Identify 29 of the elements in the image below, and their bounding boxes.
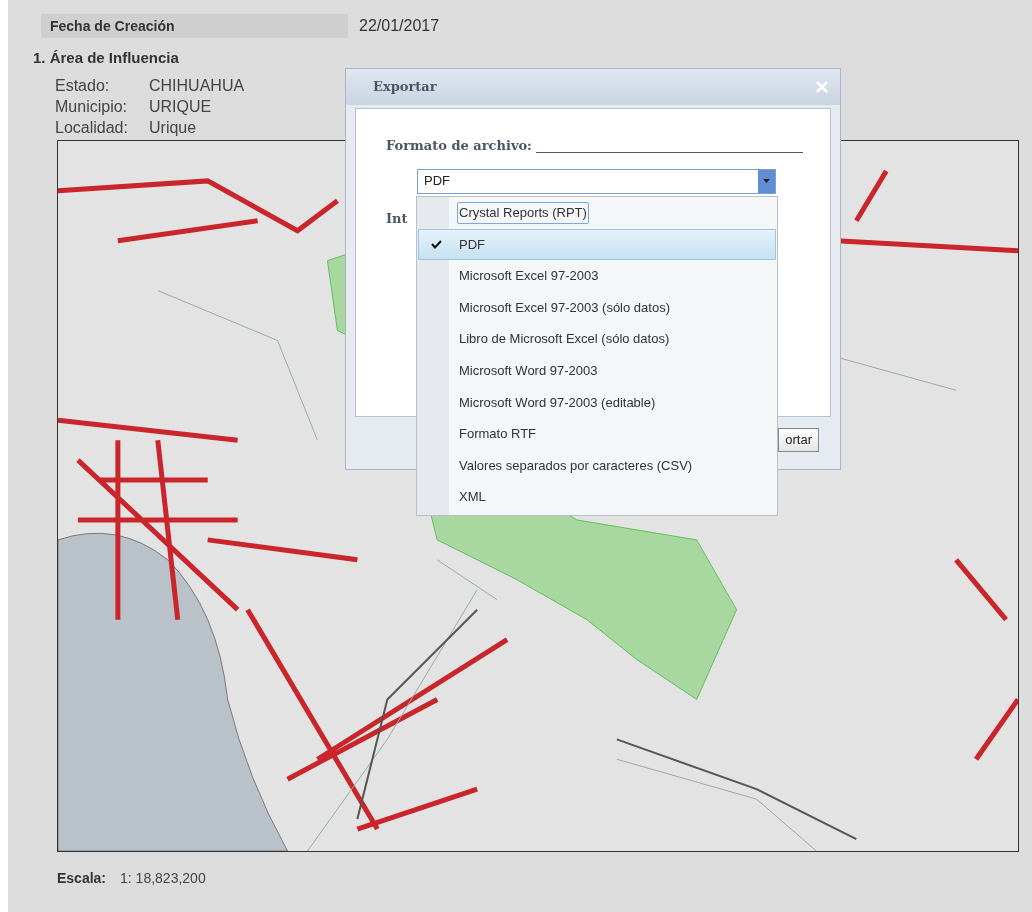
- field-value: 22/01/2017: [359, 16, 440, 36]
- field-label: Int: [386, 209, 408, 228]
- field-label: Fecha de Creación: [41, 14, 348, 38]
- format-select[interactable]: PDF: [417, 168, 776, 194]
- dropdown-option[interactable]: PDF: [418, 228, 776, 261]
- field-label: Localidad:: [55, 117, 129, 138]
- dropdown-option[interactable]: Libro de Microsoft Excel (sólo datos): [418, 323, 776, 355]
- caret-icon: [763, 179, 770, 183]
- field-label: Municipio:: [55, 96, 129, 117]
- dropdown-option[interactable]: Microsoft Excel 97-2003 (sólo datos): [418, 291, 776, 324]
- dialog-title: Exportar: [373, 78, 437, 97]
- field-value: Urique: [149, 117, 198, 138]
- dropdown-option[interactable]: XML: [418, 481, 776, 513]
- dropdown-option[interactable]: Microsoft Word 97-2003: [418, 354, 776, 387]
- field-value: CHIHUAHUA: [149, 75, 245, 96]
- scale-value: 1: 18,823,200: [120, 868, 206, 888]
- field-value: URIQUE: [149, 96, 213, 117]
- dropdown-option[interactable]: Valores separados por caracteres (CSV): [418, 449, 776, 482]
- dropdown-option[interactable]: Formato RTF: [418, 418, 776, 450]
- export-button[interactable]: ortar: [778, 428, 819, 452]
- scale-label: Escala:: [57, 868, 107, 888]
- field-label: Estado:: [55, 75, 111, 96]
- close-icon[interactable]: [816, 81, 828, 93]
- check-icon: [430, 239, 442, 249]
- dropdown-option[interactable]: Microsoft Word 97-2003 (editable): [418, 386, 776, 419]
- format-label: Formato de archivo:: [386, 137, 532, 155]
- dropdown-option[interactable]: Microsoft Excel 97-2003: [418, 260, 776, 292]
- dropdown-option[interactable]: Crystal Reports (RPT): [418, 197, 776, 229]
- section-title: 1. Área de Influencia: [33, 48, 180, 68]
